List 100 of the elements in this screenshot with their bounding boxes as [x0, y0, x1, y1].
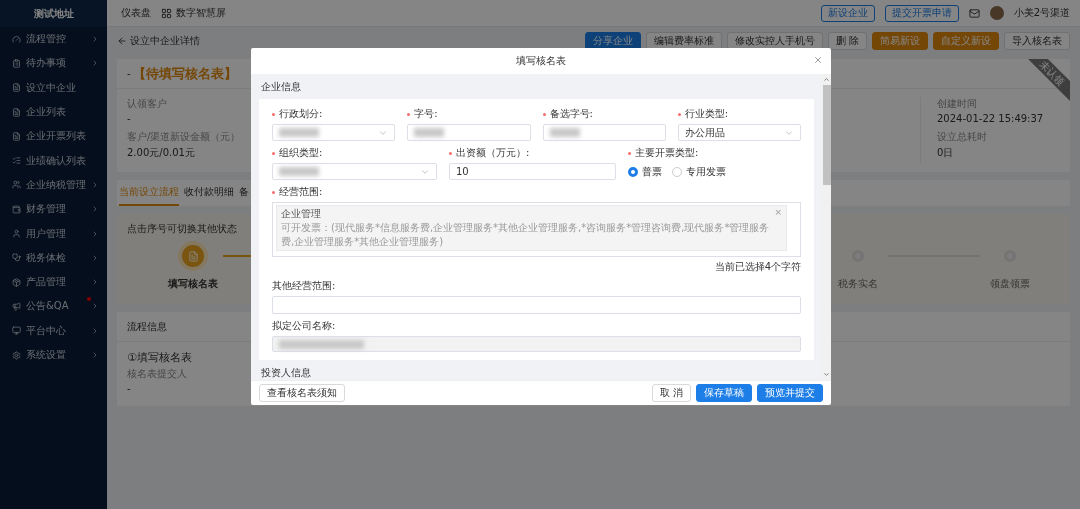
document-icon: [187, 250, 199, 262]
mail-icon[interactable]: [968, 7, 980, 19]
footer-button[interactable]: 取 消: [651, 384, 691, 402]
menu-item-icon: [12, 350, 21, 360]
menu-item-icon: [12, 107, 21, 117]
menu-item-icon: [12, 58, 21, 68]
input-field[interactable]: [542, 124, 666, 141]
menu-item-icon: [12, 326, 21, 336]
action-button[interactable]: 导入核名表: [1004, 32, 1070, 50]
field-label: 组织类型:: [272, 146, 437, 160]
field-label: 经营范围:: [272, 185, 801, 199]
input-field[interactable]: [407, 124, 531, 141]
menu-item-icon: [12, 204, 21, 214]
flow-step-title: ①填写核名表: [127, 350, 192, 365]
select-field[interactable]: 办公用品: [677, 124, 801, 141]
menu-item-icon: [12, 180, 21, 190]
back-arrow-icon: [117, 36, 127, 46]
chevron-right-icon: [91, 180, 99, 189]
sidebar-item[interactable]: 企业纳税管理: [0, 172, 107, 198]
field-label: 行业类型:: [677, 107, 801, 121]
status-title: 【待填写核名表】: [132, 64, 237, 83]
radio-circle[interactable]: [672, 166, 682, 177]
tab[interactable]: 当前设立流程: [119, 180, 179, 206]
header-button[interactable]: 提交开票申请: [884, 4, 959, 22]
sidebar-item[interactable]: 设立中企业: [0, 75, 107, 100]
radio-option[interactable]: 普票: [628, 164, 662, 179]
card-title: 流程信息: [127, 319, 167, 334]
sidebar-item[interactable]: 公告&QA: [0, 294, 107, 319]
action-button[interactable]: 自定义新设: [933, 32, 999, 50]
menu-item-icon: [12, 83, 21, 93]
sidebar-item[interactable]: 企业开票列表: [0, 124, 107, 149]
nav-link[interactable]: 仪表盘: [121, 6, 151, 20]
sidebar-item[interactable]: 用户管理: [0, 221, 107, 246]
select-field[interactable]: [272, 163, 437, 180]
sidebar-item[interactable]: 业绩确认列表: [0, 148, 107, 173]
progress-step[interactable]: 税务实名: [827, 241, 888, 291]
sidebar-item[interactable]: 财务管理: [0, 197, 107, 222]
chevron-right-icon: [91, 302, 99, 311]
menu-item-icon: [12, 301, 21, 311]
chevron-right-icon: [91, 253, 99, 262]
sidebar-item[interactable]: 系统设置: [0, 342, 107, 368]
chevron-right-icon: [91, 35, 99, 44]
menu-item-icon: [12, 34, 21, 44]
sidebar-item[interactable]: 产品管理: [0, 269, 107, 295]
tab[interactable]: 备: [239, 180, 249, 206]
progress-step[interactable]: 填写核名表: [163, 241, 223, 291]
back-link[interactable]: 设立中企业详情: [117, 34, 200, 48]
input-field[interactable]: [272, 296, 801, 314]
nav-link[interactable]: 数字智慧屏: [161, 6, 226, 20]
chevron-right-icon: [91, 351, 99, 359]
close-icon[interactable]: [813, 55, 823, 65]
modal-title: 填写核名表: [516, 54, 566, 68]
chevron-right-icon: [91, 229, 99, 238]
sidebar-item[interactable]: 企业列表: [0, 99, 107, 125]
title-dash: -: [127, 68, 131, 79]
sidebar-item[interactable]: 流程管控: [0, 27, 107, 52]
user-name[interactable]: 小美2号渠道: [1013, 6, 1070, 20]
steps-hint: 点击序号可切换其他状态: [127, 222, 237, 236]
field-label: 字号:: [407, 107, 531, 121]
info-value: 0日: [937, 146, 954, 160]
select-field[interactable]: [272, 124, 396, 141]
info-value: -: [127, 113, 131, 124]
footer-button[interactable]: 保存草稿: [696, 384, 752, 402]
scroll-up-icon[interactable]: [823, 76, 830, 83]
scroll-down-icon[interactable]: [823, 371, 830, 378]
menu-item-icon: [12, 131, 21, 141]
footer-button[interactable]: 预览并提交: [757, 384, 823, 402]
section-title: 投资人信息: [260, 366, 312, 380]
user-avatar: [989, 6, 1004, 20]
radio-circle[interactable]: [628, 166, 638, 177]
scrollbar[interactable]: [822, 74, 831, 380]
header-button[interactable]: 新设企业: [820, 4, 875, 22]
sidebar-item[interactable]: 待办事项: [0, 51, 107, 76]
input-field[interactable]: 10: [449, 163, 616, 180]
chevron-right-icon: [91, 205, 99, 214]
action-button[interactable]: 简易新设: [872, 32, 928, 50]
sidebar-item[interactable]: 税务体检: [0, 245, 107, 270]
scope-tag: 企业管理 可开发票：(现代服务*信息服务费,企业管理服务*其他企业管理服务,*咨询服务*管理咨询费,现代服务*管理服务费,企业管理服务*其他企业管理服务) ×: [276, 205, 787, 251]
info-value: 2.00元/0.01元: [127, 146, 195, 160]
field-label: 备选字号:: [542, 107, 666, 121]
char-count: 当前已选择4个字符: [714, 260, 801, 274]
tag-remove[interactable]: ×: [774, 207, 782, 217]
info-value: -: [127, 383, 131, 394]
menu-item-icon: [12, 229, 21, 238]
notice-button[interactable]: 查看核名表须知: [259, 384, 345, 402]
action-button[interactable]: 删 除: [827, 32, 867, 50]
field-label: 出资额（万元）:: [449, 146, 616, 160]
menu-item-icon: [12, 253, 21, 263]
progress-step[interactable]: 领盘领票: [980, 241, 1040, 291]
chevron-right-icon: [91, 278, 99, 287]
notification-dot: [87, 297, 91, 302]
field-label: 其他经营范围:: [272, 279, 337, 293]
tab[interactable]: 收付款明细: [184, 180, 234, 206]
chevron-right-icon: [91, 326, 99, 335]
scope-select-field[interactable]: 企业管理 可开发票：(现代服务*信息服务费,企业管理服务*其他企业管理服务,*咨询服务*管理咨询费,现代服务*管理服务费,企业管理服务*其他企业管理服务) ×: [272, 202, 801, 257]
section-title: 企业信息: [260, 80, 302, 94]
grid-icon: [161, 7, 172, 19]
radio-option[interactable]: 专用发票: [672, 164, 726, 179]
field-label: 行政划分:: [272, 107, 396, 121]
sidebar-item[interactable]: 平台中心: [0, 318, 107, 343]
